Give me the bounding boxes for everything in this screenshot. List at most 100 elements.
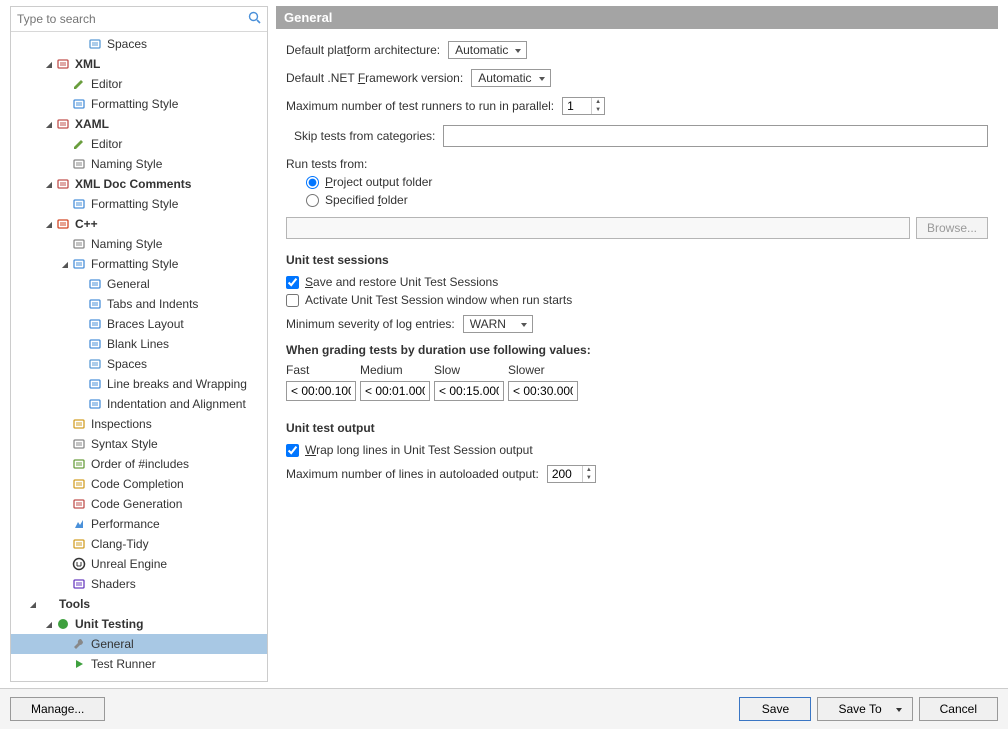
tree-node-label: Editor (91, 77, 122, 91)
duration-input-fast[interactable] (286, 381, 356, 401)
tree-node-tabs-and-indents[interactable]: Tabs and Indents (11, 294, 267, 314)
spinner-up[interactable]: ▲ (592, 98, 604, 106)
tree-arrow-icon[interactable] (43, 59, 55, 70)
tree-node-unreal-engine[interactable]: Unreal Engine (11, 554, 267, 574)
unreal-icon (71, 556, 87, 572)
radio-project-output[interactable] (306, 176, 319, 189)
tree-node-label: General (91, 637, 134, 651)
tree-node-label: C++ (75, 217, 98, 231)
tree-node-xaml[interactable]: XAML (11, 114, 267, 134)
tree-node-code-generation[interactable]: Code Generation (11, 494, 267, 514)
tree-node-indentation-and-alignment[interactable]: Indentation and Alignment (11, 394, 267, 414)
framework-dropdown[interactable]: Automatic (471, 69, 550, 87)
folder-input (286, 217, 910, 239)
tree-node-xml[interactable]: XML (11, 54, 267, 74)
duration-input-medium[interactable] (360, 381, 430, 401)
tree-node-code-completion[interactable]: Code Completion (11, 474, 267, 494)
tree-node-spaces[interactable]: Spaces (11, 34, 267, 54)
tree-node-editor[interactable]: Editor (11, 134, 267, 154)
skip-input[interactable] (443, 125, 988, 147)
spinner-down[interactable]: ▼ (592, 106, 604, 114)
spaces-icon (87, 356, 103, 372)
spinner-up[interactable]: ▲ (583, 466, 595, 474)
tree-node-xml-doc-comments[interactable]: XML Doc Comments (11, 174, 267, 194)
tree-node-naming-style[interactable]: Naming Style (11, 234, 267, 254)
tree-arrow-icon[interactable] (59, 259, 71, 270)
save-to-button[interactable]: Save To (817, 697, 912, 721)
editor-icon (71, 76, 87, 92)
tree-node-label: Indentation and Alignment (107, 397, 246, 411)
grading-label: When grading tests by duration use follo… (286, 343, 988, 357)
tree-node-braces-layout[interactable]: Braces Layout (11, 314, 267, 334)
search-input[interactable] (11, 7, 267, 31)
radio-specified-folder[interactable] (306, 194, 319, 207)
tree-node-label: XML (75, 57, 100, 71)
tree-node-label: Tabs and Indents (107, 297, 198, 311)
tree-node-editor[interactable]: Editor (11, 74, 267, 94)
tree-node-blank-lines[interactable]: Blank Lines (11, 334, 267, 354)
tabs-icon (87, 296, 103, 312)
tree-node-label: Formatting Style (91, 257, 178, 271)
tree-node-spaces[interactable]: Spaces (11, 354, 267, 374)
inspect-icon (71, 416, 87, 432)
tree-node-c-[interactable]: C++ (11, 214, 267, 234)
chk-save-restore[interactable] (286, 276, 299, 289)
tree-node-clang-tidy[interactable]: Clang-Tidy (11, 534, 267, 554)
parallel-spinner[interactable]: ▲▼ (562, 97, 605, 115)
tree-node-label: Shaders (91, 577, 136, 591)
chk-wrap-lines[interactable] (286, 444, 299, 457)
tree-node-label: Naming Style (91, 237, 162, 251)
tree-node-naming-style[interactable]: Naming Style (11, 154, 267, 174)
duration-input-slow[interactable] (434, 381, 504, 401)
maxlines-spinner[interactable]: ▲▼ (547, 465, 596, 483)
skip-label: Skip tests from categories: (294, 129, 435, 143)
spinner-down[interactable]: ▼ (583, 474, 595, 482)
tree-node-label: Test Runner (91, 657, 156, 671)
tree-node-label: Code Completion (91, 477, 184, 491)
tree-node-general[interactable]: General (11, 274, 267, 294)
tree-node-inspections[interactable]: Inspections (11, 414, 267, 434)
maxlines-value[interactable] (548, 466, 582, 482)
tree-node-syntax-style[interactable]: Syntax Style (11, 434, 267, 454)
tree-node-test-runner[interactable]: Test Runner (11, 654, 267, 674)
tree-arrow-icon[interactable] (43, 179, 55, 190)
tree-arrow-icon[interactable] (43, 119, 55, 130)
duration-input-slower[interactable] (508, 381, 578, 401)
nav-tree[interactable]: SpacesXMLEditorFormatting StyleXAMLEdito… (11, 32, 267, 681)
tree-node-shaders[interactable]: Shaders (11, 574, 267, 594)
tree-node-order-of-includes[interactable]: Order of #includes (11, 454, 267, 474)
tree-node-label: Code Generation (91, 497, 182, 511)
tree-node-unit-testing[interactable]: Unit Testing (11, 614, 267, 634)
chk-activate-window-label: Activate Unit Test Session window when r… (305, 293, 572, 307)
tree-node-label: Order of #includes (91, 457, 189, 471)
save-button[interactable]: Save (739, 697, 811, 721)
xml-icon (55, 56, 71, 72)
platform-dropdown[interactable]: Automatic (448, 41, 527, 59)
chk-activate-window[interactable] (286, 294, 299, 307)
tree-node-label: Blank Lines (107, 337, 169, 351)
order-icon (71, 456, 87, 472)
editor-icon (71, 136, 87, 152)
tree-node-general[interactable]: General (11, 634, 267, 654)
parallel-value[interactable] (563, 98, 591, 114)
content-header: General (276, 6, 998, 29)
tree-arrow-icon[interactable] (27, 599, 39, 610)
tree-node-formatting-style[interactable]: Formatting Style (11, 254, 267, 274)
tree-node-formatting-style[interactable]: Formatting Style (11, 194, 267, 214)
content-body: Default platform architecture: Automatic… (276, 29, 998, 682)
manage-button[interactable]: Manage... (10, 697, 105, 721)
tree-node-formatting-style[interactable]: Formatting Style (11, 94, 267, 114)
search-icon[interactable] (247, 10, 263, 26)
chk-save-restore-label: Save and restore Unit Test Sessions (305, 275, 498, 289)
duration-table: FastMediumSlowSlower (286, 363, 988, 401)
tree-arrow-icon[interactable] (43, 619, 55, 630)
tree-node-label: Naming Style (91, 157, 162, 171)
tree-node-performance[interactable]: Performance (11, 514, 267, 534)
severity-dropdown[interactable]: WARN (463, 315, 533, 333)
tree-node-tools[interactable]: Tools (11, 594, 267, 614)
format-icon (71, 96, 87, 112)
cancel-button[interactable]: Cancel (919, 697, 998, 721)
tree-arrow-icon[interactable] (43, 219, 55, 230)
clang-icon (71, 536, 87, 552)
tree-node-line-breaks-and-wrapping[interactable]: Line breaks and Wrapping (11, 374, 267, 394)
